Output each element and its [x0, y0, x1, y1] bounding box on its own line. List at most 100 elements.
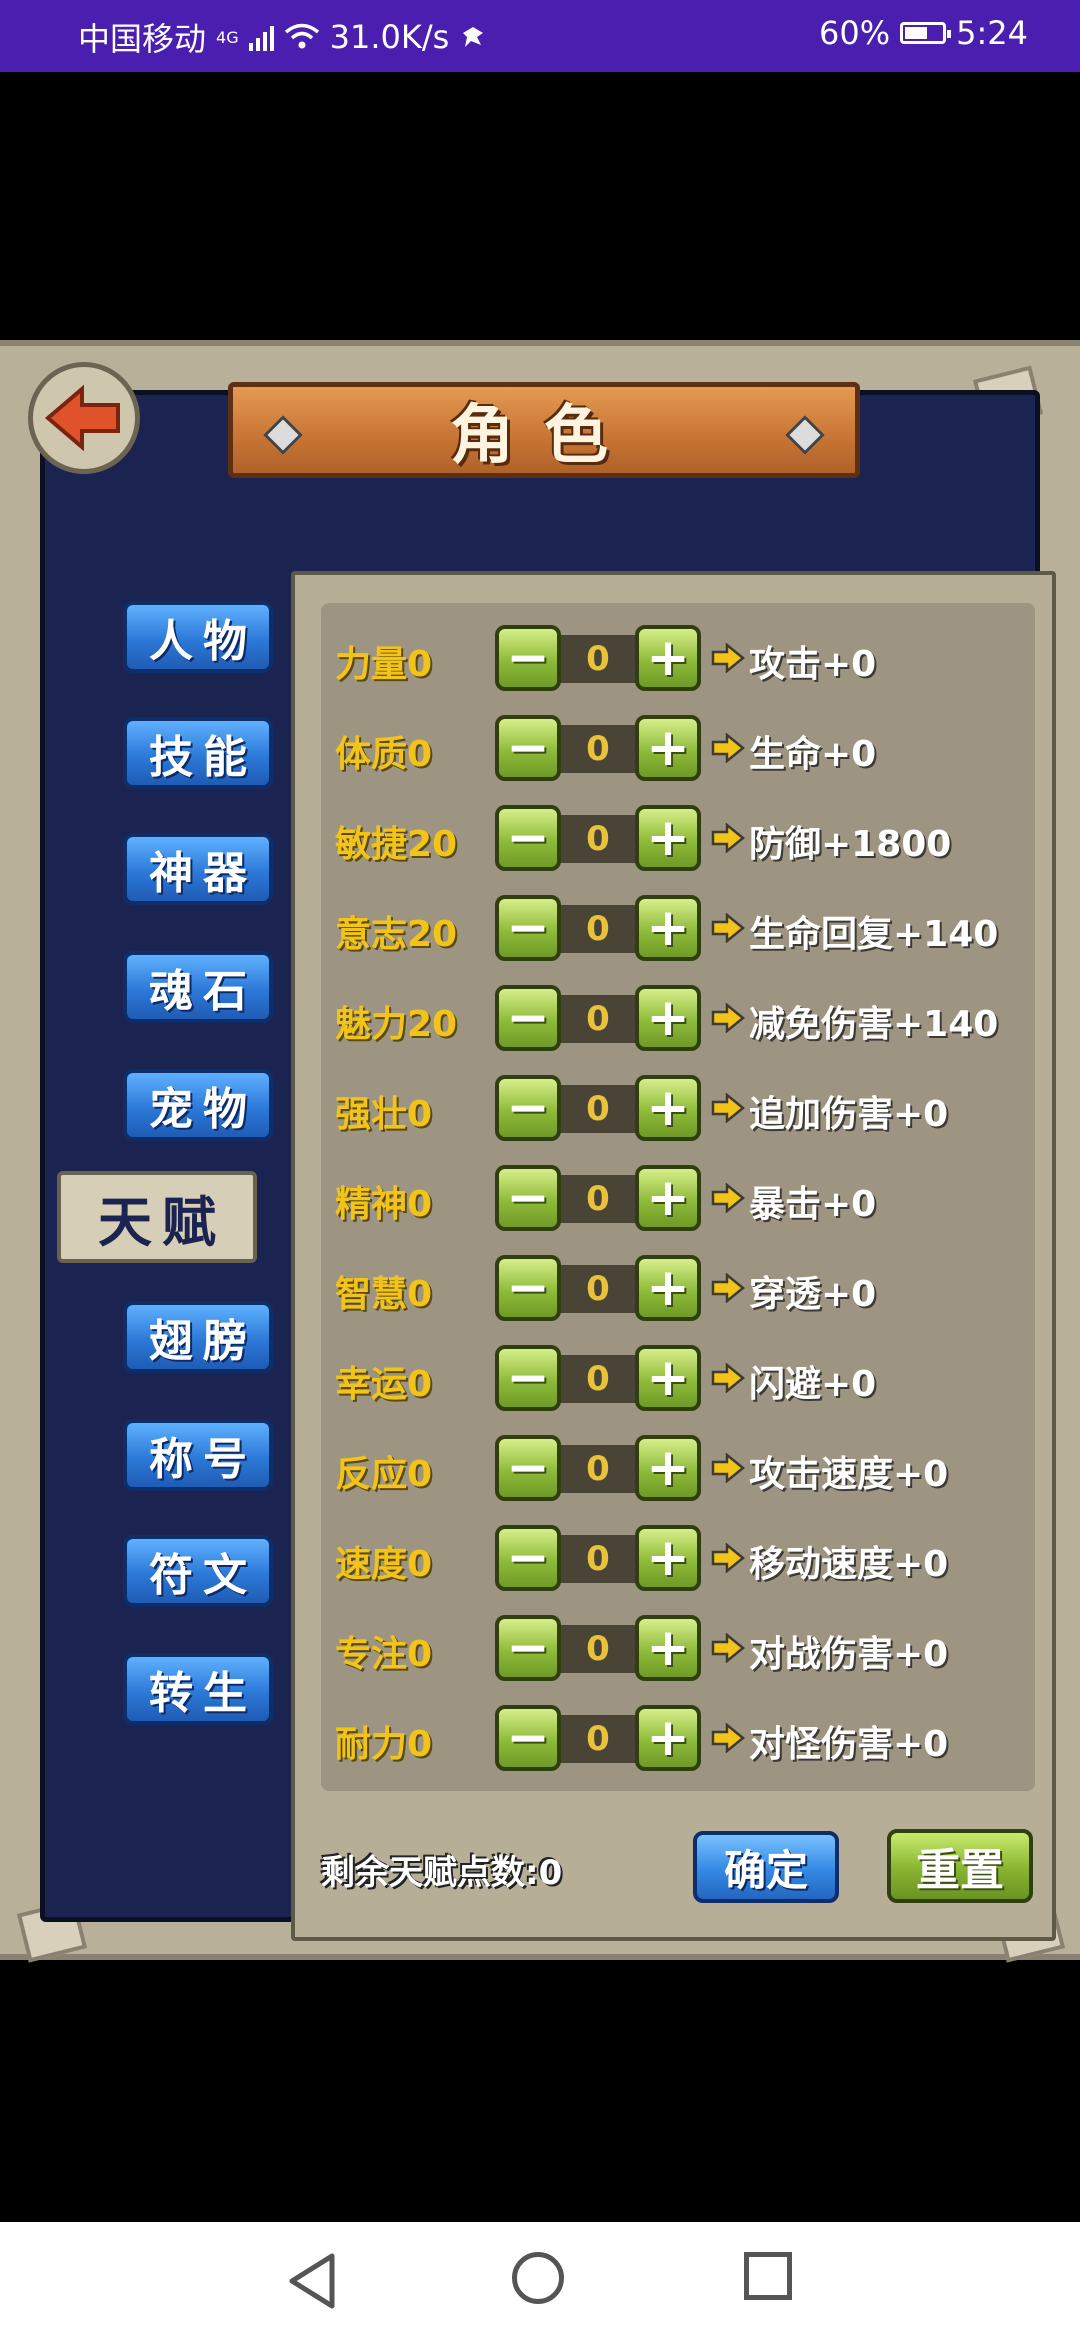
- decrease-button[interactable]: −: [495, 1615, 561, 1681]
- arrow-right-icon: [711, 1183, 745, 1213]
- talent-row: 精神0 −0 + 暴击+0: [321, 1159, 1035, 1239]
- tab-skills[interactable]: 技能: [123, 717, 273, 789]
- stepper-value: 0: [586, 1179, 610, 1219]
- increase-button[interactable]: +: [635, 1255, 701, 1321]
- tab-rune[interactable]: 符文: [123, 1535, 273, 1607]
- tab-talent[interactable]: 天赋: [57, 1171, 257, 1263]
- talent-row: 力量0 −0 + 攻击+0: [321, 619, 1035, 699]
- decrease-button[interactable]: −: [495, 805, 561, 871]
- arrow-right-icon: [711, 643, 745, 673]
- stat-stepper: −0 +: [495, 895, 701, 963]
- stat-stepper: −0 +: [495, 715, 701, 783]
- decrease-button[interactable]: −: [495, 1255, 561, 1321]
- nav-back-icon[interactable]: [286, 2252, 338, 2310]
- stepper-value: 0: [586, 999, 610, 1039]
- decrease-button[interactable]: −: [495, 1435, 561, 1501]
- talent-row: 幸运0 −0 + 闪避+0: [321, 1339, 1035, 1419]
- back-arrow-icon: [44, 384, 120, 452]
- decrease-button[interactable]: −: [495, 1345, 561, 1411]
- tab-rebirth[interactable]: 转生: [123, 1653, 273, 1725]
- increase-button[interactable]: +: [635, 1615, 701, 1681]
- title-banner: 角色: [228, 382, 860, 478]
- network-type: 4G: [216, 27, 239, 47]
- increase-button[interactable]: +: [635, 1075, 701, 1141]
- decrease-button[interactable]: −: [495, 715, 561, 781]
- stat-stepper: −0 +: [495, 1705, 701, 1773]
- decrease-button[interactable]: −: [495, 625, 561, 691]
- tab-character[interactable]: 人物: [123, 601, 273, 673]
- confirm-button[interactable]: 确定: [693, 1831, 839, 1903]
- status-bar: 中国移动 4G 31.0K/s 60% 5:24: [0, 0, 1080, 72]
- increase-button[interactable]: +: [635, 985, 701, 1051]
- stepper-value: 0: [586, 1089, 610, 1129]
- back-button[interactable]: [28, 362, 140, 474]
- stepper-value: 0: [586, 1719, 610, 1759]
- stat-stepper: −0 +: [495, 1435, 701, 1503]
- stat-stepper: −0 +: [495, 1615, 701, 1683]
- stepper-value: 0: [586, 1539, 610, 1579]
- increase-button[interactable]: +: [635, 895, 701, 961]
- nav-recent-icon[interactable]: [744, 2252, 792, 2300]
- battery-level: [905, 27, 927, 39]
- clock: 5:24: [956, 14, 1028, 52]
- decrease-button[interactable]: −: [495, 1165, 561, 1231]
- stat-name: 反应0: [335, 1454, 433, 1495]
- tab-title[interactable]: 称号: [123, 1419, 273, 1491]
- decrease-button[interactable]: −: [495, 1075, 561, 1141]
- decrease-button[interactable]: −: [495, 985, 561, 1051]
- increase-button[interactable]: +: [635, 1525, 701, 1591]
- tab-pet[interactable]: 宠物: [123, 1069, 273, 1141]
- rivet-icon: [785, 415, 825, 455]
- increase-button[interactable]: +: [635, 1165, 701, 1231]
- arrow-right-icon: [711, 1273, 745, 1303]
- increase-button[interactable]: +: [635, 1345, 701, 1411]
- page-title: 角色: [450, 399, 638, 473]
- stepper-value: 0: [586, 639, 610, 679]
- stat-name: 耐力0: [335, 1724, 433, 1765]
- talent-row: 耐力0 −0 + 对怪伤害+0: [321, 1699, 1035, 1779]
- stat-name: 意志20: [335, 914, 458, 955]
- stat-name: 专注0: [335, 1634, 433, 1675]
- arrow-right-icon: [711, 1093, 745, 1123]
- talent-row: 智慧0 −0 + 穿透+0: [321, 1249, 1035, 1329]
- stat-stepper: −0 +: [495, 1165, 701, 1233]
- arrow-right-icon: [711, 1363, 745, 1393]
- stat-effect: 穿透+0: [749, 1274, 877, 1315]
- decrease-button[interactable]: −: [495, 1525, 561, 1591]
- increase-button[interactable]: +: [635, 1435, 701, 1501]
- arrow-right-icon: [711, 1633, 745, 1663]
- stepper-value: 0: [586, 1449, 610, 1489]
- talent-row: 速度0 −0 + 移动速度+0: [321, 1519, 1035, 1599]
- stat-effect: 追加伤害+0: [749, 1094, 949, 1135]
- network-speed: 31.0K/s: [329, 18, 450, 56]
- increase-button[interactable]: +: [635, 805, 701, 871]
- stepper-value: 0: [586, 1629, 610, 1669]
- stat-effect: 攻击+0: [749, 644, 877, 685]
- stat-effect: 对怪伤害+0: [749, 1724, 949, 1765]
- tab-wings[interactable]: 翅膀: [123, 1301, 273, 1373]
- signal-icon: [248, 23, 274, 51]
- decrease-button[interactable]: −: [495, 1705, 561, 1771]
- decrease-button[interactable]: −: [495, 895, 561, 961]
- increase-button[interactable]: +: [635, 625, 701, 691]
- battery-icon: [900, 22, 952, 44]
- stat-stepper: −0 +: [495, 1255, 701, 1323]
- tab-artifact[interactable]: 神器: [123, 833, 273, 905]
- talent-row: 意志20−0 + 生命回复+140: [321, 889, 1035, 969]
- increase-button[interactable]: +: [635, 1705, 701, 1771]
- increase-button[interactable]: +: [635, 715, 701, 781]
- talent-row: 体质0 −0 + 生命+0: [321, 709, 1035, 789]
- stat-name: 速度0: [335, 1544, 433, 1585]
- carrier-label: 中国移动: [78, 20, 207, 58]
- talent-row: 专注0 −0 + 对战伤害+0: [321, 1609, 1035, 1689]
- stat-name: 精神0: [335, 1184, 433, 1225]
- stat-stepper: −0 +: [495, 625, 701, 693]
- arrow-right-icon: [711, 1723, 745, 1753]
- stat-name: 智慧0: [335, 1274, 433, 1315]
- stat-effect: 移动速度+0: [749, 1544, 949, 1585]
- stat-effect: 防御+1800: [749, 824, 952, 865]
- wifi-icon: [284, 23, 319, 49]
- reset-button[interactable]: 重置: [887, 1829, 1033, 1903]
- tab-soulstone[interactable]: 魂石: [123, 951, 273, 1023]
- nav-home-icon[interactable]: [512, 2252, 564, 2304]
